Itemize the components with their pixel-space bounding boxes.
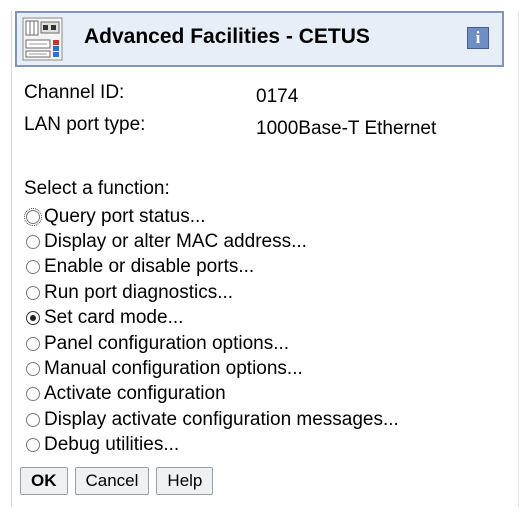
- option-panel-configuration[interactable]: Panel configuration options...: [26, 331, 399, 356]
- option-label: Panel configuration options...: [44, 332, 290, 354]
- radio-button[interactable]: [26, 362, 40, 377]
- cancel-button[interactable]: Cancel: [74, 467, 150, 495]
- channel-id-value: 0174: [256, 86, 299, 107]
- option-display-activate-messages[interactable]: Display activate configuration messages.…: [26, 407, 399, 432]
- option-label: Activate configuration: [44, 383, 226, 405]
- option-enable-disable-ports[interactable]: Enable or disable ports...: [26, 255, 399, 280]
- title-bar: Advanced Facilities - CETUS i: [15, 11, 504, 67]
- option-label: Manual configuration options...: [44, 358, 303, 380]
- radio-button[interactable]: [26, 336, 40, 351]
- option-label: Display or alter MAC address...: [44, 231, 307, 253]
- radio-button[interactable]: [26, 285, 40, 300]
- option-label: Set card mode...: [44, 307, 184, 329]
- help-button[interactable]: Help: [156, 467, 214, 495]
- option-debug-utilities[interactable]: Debug utilities...: [26, 433, 399, 458]
- radio-button[interactable]: [26, 438, 40, 453]
- select-function-label: Select a function:: [24, 178, 170, 199]
- radio-button[interactable]: [24, 207, 42, 226]
- option-label: Display activate configuration messages.…: [44, 408, 399, 430]
- ok-button[interactable]: OK: [20, 467, 68, 495]
- option-display-alter-mac[interactable]: Display or alter MAC address...: [26, 229, 399, 254]
- button-bar: OK Cancel Help: [20, 467, 214, 495]
- option-label: Enable or disable ports...: [44, 256, 255, 278]
- function-radio-group: Query port status... Display or alter MA…: [24, 204, 399, 458]
- dialog-title: Advanced Facilities - CETUS: [84, 25, 370, 48]
- option-run-port-diagnostics[interactable]: Run port diagnostics...: [26, 280, 399, 305]
- radio-button[interactable]: [26, 260, 40, 275]
- radio-button[interactable]: [26, 235, 40, 250]
- option-set-card-mode[interactable]: Set card mode...: [26, 306, 399, 331]
- lan-port-type-value: 1000Base-T Ethernet: [256, 118, 437, 139]
- option-label: Debug utilities...: [44, 434, 180, 456]
- lan-port-type-label: LAN port type:: [24, 114, 146, 135]
- radio-button[interactable]: [26, 387, 40, 402]
- radio-button[interactable]: [26, 412, 40, 427]
- option-label: Run port diagnostics...: [44, 281, 234, 303]
- advanced-facilities-dialog: Advanced Facilities - CETUS i Channel ID…: [11, 11, 519, 507]
- option-activate-configuration[interactable]: Activate configuration: [26, 382, 399, 407]
- option-manual-configuration[interactable]: Manual configuration options...: [26, 356, 399, 381]
- channel-id-label: Channel ID:: [24, 82, 125, 103]
- option-label: Query port status...: [44, 205, 206, 227]
- radio-button-selected[interactable]: [26, 311, 40, 326]
- hardware-panel-icon: [22, 17, 63, 61]
- info-icon[interactable]: i: [467, 27, 489, 49]
- option-query-port-status[interactable]: Query port status...: [24, 204, 399, 229]
